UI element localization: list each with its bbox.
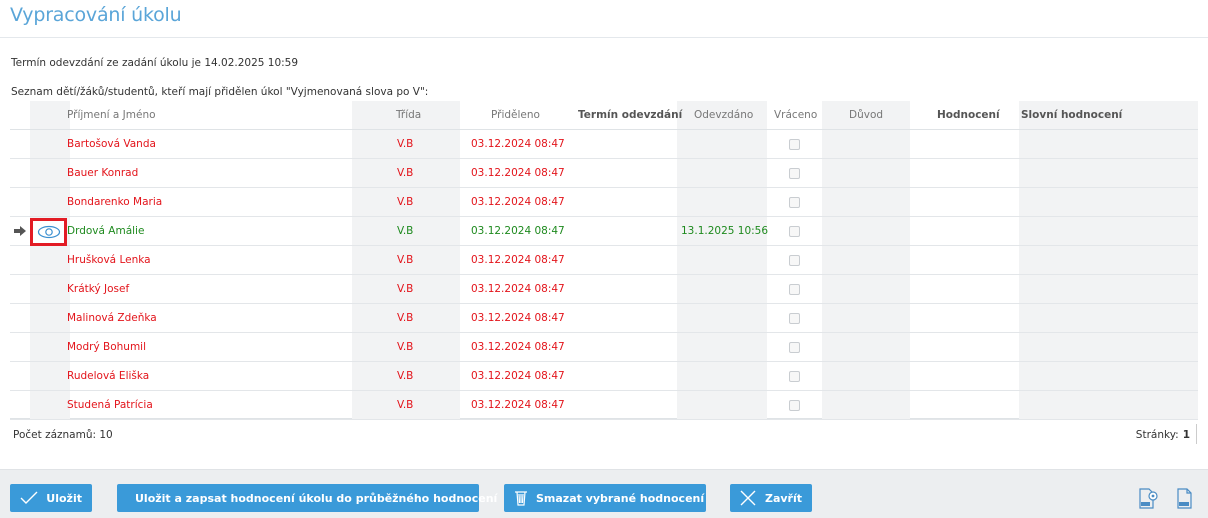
student-class: V.B <box>397 370 414 382</box>
table-row[interactable]: Hrušková Lenka V.B 03.12.2024 08:47 <box>10 246 1198 275</box>
assigned-date: 03.12.2024 08:47 <box>471 370 565 382</box>
header-class[interactable]: Třída <box>396 109 421 121</box>
page-title: Vypracování úkolu <box>10 4 182 26</box>
student-class: V.B <box>397 225 414 237</box>
close-icon <box>740 489 757 507</box>
student-name: Bondarenko Maria <box>67 196 163 208</box>
table-row[interactable]: Krátký Josef V.B 03.12.2024 08:47 <box>10 275 1198 304</box>
header-deadline[interactable]: Termín odevzdání <box>578 109 682 121</box>
action-bar: Uložit Uložit a zapsat hodnocení úkolu d… <box>0 469 1208 518</box>
table-row[interactable]: Malinová Zdeňka V.B 03.12.2024 08:47 <box>10 304 1198 333</box>
returned-checkbox[interactable] <box>789 313 800 324</box>
header-submitted[interactable]: Odevzdáno <box>694 109 753 121</box>
returned-checkbox[interactable] <box>789 284 800 295</box>
table-header: Příjmení a Jméno Třída Přiděleno Termín … <box>10 101 1198 130</box>
assigned-date: 03.12.2024 08:47 <box>471 283 565 295</box>
table-row[interactable]: Rudelová Eliška V.B 03.12.2024 08:47 <box>10 362 1198 391</box>
student-class: V.B <box>397 341 414 353</box>
table-row[interactable]: Studená Patrícia V.B 03.12.2024 08:47 <box>10 391 1198 420</box>
header-assigned[interactable]: Přiděleno <box>491 109 540 121</box>
student-name: Bauer Konrad <box>67 167 139 179</box>
table-row[interactable]: Modrý Bohumil V.B 03.12.2024 08:47 <box>10 333 1198 362</box>
assigned-date: 03.12.2024 08:47 <box>471 225 565 237</box>
header-grade[interactable]: Hodnocení <box>937 109 1000 121</box>
submitted-date: 13.1.2025 10:56 <box>681 225 769 237</box>
student-class: V.B <box>397 283 414 295</box>
assigned-date: 03.12.2024 08:47 <box>471 399 565 411</box>
assigned-date: 03.12.2024 08:47 <box>471 167 565 179</box>
returned-checkbox[interactable] <box>789 400 800 411</box>
gear-document-icon[interactable] <box>1137 487 1159 511</box>
save-and-record-button[interactable]: Uložit a zapsat hodnocení úkolu do průbě… <box>117 484 497 512</box>
pages-label: Stránky: <box>1135 429 1179 441</box>
student-name: Hrušková Lenka <box>67 254 151 266</box>
returned-checkbox[interactable] <box>789 226 800 237</box>
page-number-current[interactable]: 1 <box>1183 429 1190 441</box>
assigned-date: 03.12.2024 08:47 <box>471 138 565 150</box>
student-class: V.B <box>397 399 414 411</box>
student-class: V.B <box>397 196 414 208</box>
save-button-label: Uložit <box>46 491 82 505</box>
pages-divider <box>1196 424 1197 444</box>
delete-selected-button[interactable]: Smazat vybrané hodnocení <box>504 484 706 512</box>
table-row[interactable]: Bauer Konrad V.B 03.12.2024 08:47 <box>10 159 1198 188</box>
returned-checkbox[interactable] <box>789 371 800 382</box>
student-name: Drdová Amálie <box>67 225 145 237</box>
header-returned[interactable]: Vráceno <box>774 109 817 121</box>
student-name: Bartošová Vanda <box>67 138 156 150</box>
assigned-date: 03.12.2024 08:47 <box>471 341 565 353</box>
header-name[interactable]: Příjmení a Jméno <box>67 109 156 121</box>
student-class: V.B <box>397 312 414 324</box>
deadline-info: Termín odevzdání ze zadání úkolu je 14.0… <box>11 57 299 69</box>
delete-selected-button-label: Smazat vybrané hodnocení <box>536 491 705 505</box>
student-name: Modrý Bohumil <box>67 341 147 353</box>
save-button[interactable]: Uložit <box>10 484 92 512</box>
arrow-right-icon <box>13 225 27 237</box>
returned-checkbox[interactable] <box>789 342 800 353</box>
xls-file-icon[interactable] <box>1175 487 1197 511</box>
title-bar: Vypracování úkolu <box>0 0 1208 38</box>
returned-checkbox[interactable] <box>789 168 800 179</box>
assignment-table: Příjmení a Jméno Třída Přiděleno Termín … <box>10 101 1198 420</box>
save-and-record-button-label: Uložit a zapsat hodnocení úkolu do průbě… <box>135 491 498 505</box>
returned-checkbox[interactable] <box>789 139 800 150</box>
eye-icon[interactable] <box>30 218 67 246</box>
student-name: Malinová Zdeňka <box>67 312 157 324</box>
trash-icon <box>514 489 528 507</box>
student-name: Krátký Josef <box>67 283 130 295</box>
close-button[interactable]: Zavřít <box>730 484 812 512</box>
table-row[interactable]: Bondarenko Maria V.B 03.12.2024 08:47 <box>10 188 1198 217</box>
assigned-date: 03.12.2024 08:47 <box>471 196 565 208</box>
header-verbal[interactable]: Slovní hodnocení <box>1021 109 1122 121</box>
checkmark-icon <box>20 489 38 507</box>
returned-checkbox[interactable] <box>789 255 800 266</box>
student-class: V.B <box>397 254 414 266</box>
table-row[interactable]: Bartošová Vanda V.B 03.12.2024 08:47 <box>10 130 1198 159</box>
student-name: Studená Patrícia <box>67 399 153 411</box>
table-row[interactable]: Drdová Amálie V.B 03.12.2024 08:47 13.1.202… <box>10 217 1198 246</box>
record-count: Počet záznamů: 10 <box>13 429 113 441</box>
student-class: V.B <box>397 138 414 150</box>
close-button-label: Zavřít <box>764 491 802 505</box>
header-reason[interactable]: Důvod <box>849 109 883 121</box>
student-class: V.B <box>397 167 414 179</box>
student-name: Rudelová Eliška <box>67 370 150 382</box>
pagination: Stránky: 1 <box>1136 429 1190 441</box>
list-caption: Seznam dětí/žáků/studentů, kteří mají př… <box>11 86 429 98</box>
assigned-date: 03.12.2024 08:47 <box>471 254 565 266</box>
returned-checkbox[interactable] <box>789 197 800 208</box>
assigned-date: 03.12.2024 08:47 <box>471 312 565 324</box>
